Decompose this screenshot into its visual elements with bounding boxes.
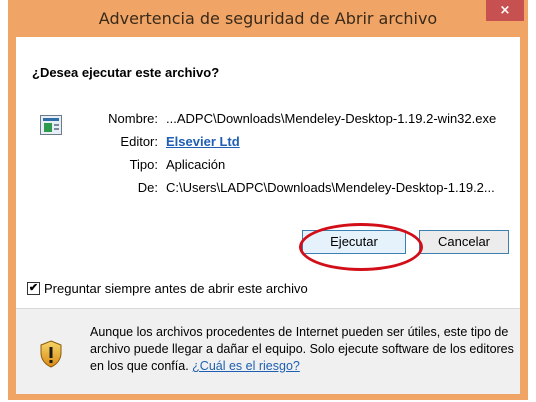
warning-message: Aunque los archivos procedentes de Inter… <box>90 324 514 375</box>
always-ask-checkbox[interactable]: ✔ <box>27 282 40 295</box>
name-value: ...ADPC\Downloads\Mendeley-Desktop-1.19.… <box>166 111 497 126</box>
close-button[interactable]: × <box>486 0 524 21</box>
name-label: Nombre: <box>108 111 158 126</box>
run-button[interactable]: Ejecutar <box>302 230 406 254</box>
close-icon: × <box>499 3 511 18</box>
type-label: Tipo: <box>129 157 158 172</box>
window-title: Advertencia de seguridad de Abrir archiv… <box>98 9 438 28</box>
from-label: De: <box>137 180 158 195</box>
publisher-link[interactable]: Elsevier Ltd <box>166 134 240 149</box>
run-file-question: ¿Desea ejecutar este archivo? <box>32 65 220 80</box>
checkmark-icon: ✔ <box>28 282 39 294</box>
risk-link[interactable]: ¿Cuál es el riesgo? <box>192 359 300 373</box>
detail-row-type: Tipo: Aplicación <box>16 157 520 175</box>
warning-panel: Aunque los archivos procedentes de Inter… <box>16 309 520 394</box>
security-warning-dialog: Advertencia de seguridad de Abrir archiv… <box>8 0 528 400</box>
publisher-label: Editor: <box>120 134 158 149</box>
title-bar[interactable]: Advertencia de seguridad de Abrir archiv… <box>8 0 528 37</box>
detail-row-publisher: Editor: Elsevier Ltd <box>16 134 520 152</box>
warning-text: Aunque los archivos procedentes de Inter… <box>90 325 514 373</box>
from-value: C:\Users\LADPC\Downloads\Mendeley-Deskto… <box>166 180 495 195</box>
shield-warning-icon <box>40 340 62 368</box>
type-value: Aplicación <box>166 157 226 172</box>
detail-row-name: Nombre: ...ADPC\Downloads\Mendeley-Deskt… <box>16 111 520 129</box>
always-ask-label[interactable]: Preguntar siempre antes de abrir este ar… <box>44 281 308 296</box>
detail-row-from: De: C:\Users\LADPC\Downloads\Mendeley-De… <box>16 180 520 198</box>
dialog-body: ¿Desea ejecutar este archivo? Nombre: ..… <box>16 37 520 394</box>
cancel-button[interactable]: Cancelar <box>419 230 509 254</box>
